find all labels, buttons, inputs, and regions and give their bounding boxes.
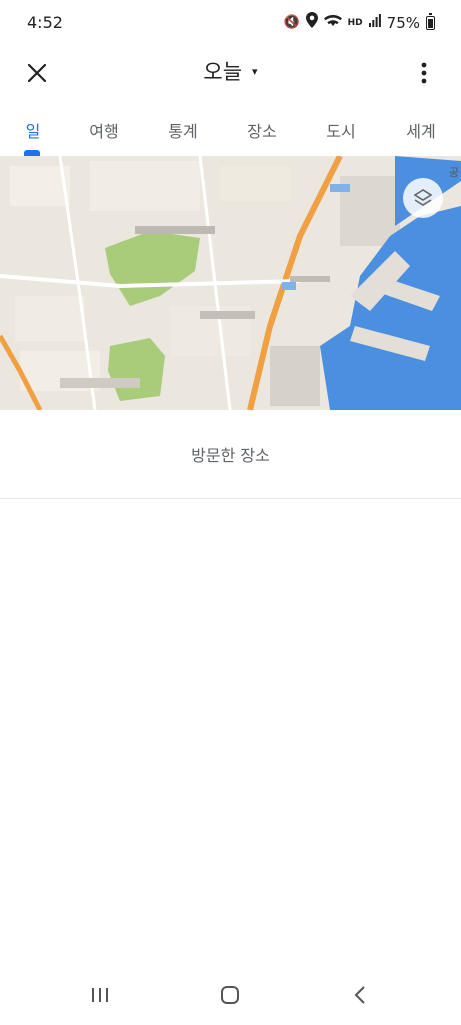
location-icon bbox=[305, 12, 318, 34]
tab-places[interactable]: 장소 bbox=[247, 118, 276, 142]
tab-world[interactable]: 세계 bbox=[406, 118, 435, 142]
timeline-map[interactable]: 공 bbox=[0, 156, 461, 410]
system-nav-bar bbox=[0, 965, 461, 1025]
home-icon bbox=[221, 986, 239, 1004]
more-vert-icon bbox=[421, 62, 427, 84]
mute-icon: 🔇 bbox=[283, 15, 300, 30]
layers-icon bbox=[414, 189, 432, 206]
battery-icon bbox=[426, 13, 435, 30]
dropdown-caret-icon: ▾ bbox=[252, 64, 258, 78]
map-layers-button[interactable] bbox=[403, 178, 443, 218]
visited-places-label: 방문한 장소 bbox=[191, 446, 270, 465]
battery-level: 75% bbox=[386, 14, 420, 32]
date-selector[interactable]: 오늘 ▾ bbox=[0, 56, 461, 86]
tab-cities[interactable]: 도시 bbox=[326, 118, 355, 142]
more-options-button[interactable] bbox=[409, 58, 439, 88]
map-canvas bbox=[0, 156, 461, 410]
home-button[interactable] bbox=[210, 981, 250, 1009]
back-button[interactable] bbox=[340, 981, 380, 1009]
hd-icon: HD bbox=[347, 18, 363, 28]
map-label: 공 bbox=[448, 166, 459, 179]
recents-button[interactable] bbox=[80, 981, 120, 1009]
wifi-icon bbox=[323, 13, 342, 33]
visited-places-section: 방문한 장소 bbox=[0, 410, 461, 499]
page-title: 오늘 bbox=[203, 60, 243, 84]
status-time: 4:52 bbox=[27, 13, 63, 32]
signal-icon bbox=[368, 13, 381, 33]
recents-icon bbox=[92, 988, 108, 1002]
status-bar: 4:52 🔇 HD 75% bbox=[0, 0, 461, 46]
back-icon bbox=[354, 986, 365, 1004]
tab-day[interactable]: 일 bbox=[26, 118, 41, 142]
status-icons: 🔇 HD 75% bbox=[283, 12, 435, 34]
app-bar: 오늘 ▾ bbox=[0, 46, 461, 102]
tab-insights[interactable]: 통계 bbox=[168, 118, 197, 142]
tab-trips[interactable]: 여행 bbox=[89, 118, 118, 142]
tab-bar: 일 여행 통계 장소 도시 세계 bbox=[0, 108, 461, 156]
